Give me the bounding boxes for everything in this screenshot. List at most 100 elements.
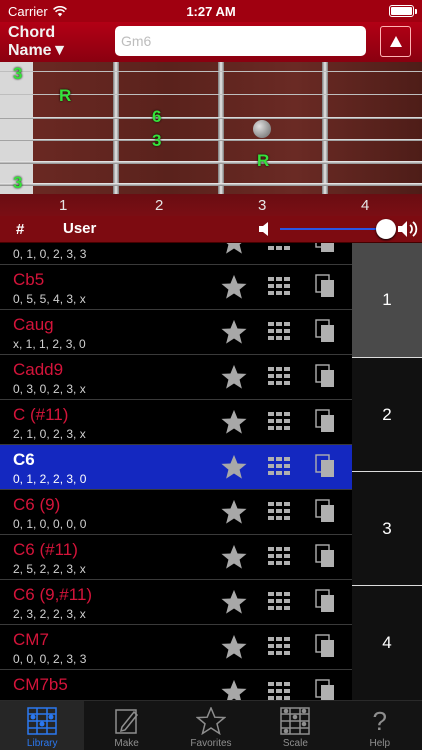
copy-icon[interactable]: [315, 589, 335, 618]
diagram-grid-icon[interactable]: [268, 412, 290, 435]
diagram-grid-icon[interactable]: [268, 682, 290, 700]
string-5: [0, 161, 422, 164]
favorite-star-icon[interactable]: [220, 499, 248, 530]
fret-wire: [322, 62, 328, 194]
chord-name: C6 (#11): [13, 540, 78, 559]
finger-mark: 3: [13, 173, 23, 192]
chord-fingering: 0, 5, 5, 4, 3, x: [13, 292, 86, 306]
favorite-star-icon[interactable]: [220, 454, 248, 485]
control-bar: # User: [0, 216, 422, 243]
favorite-star-icon[interactable]: [220, 409, 248, 440]
position-item-2[interactable]: 2: [352, 358, 422, 472]
triangle-up-icon: [389, 36, 402, 47]
chord-fingering: 0, 1, 0, 0, 0, 0: [13, 517, 87, 531]
diagram-grid-icon[interactable]: [268, 592, 290, 615]
carrier-label: Carrier: [8, 3, 48, 19]
string-3: [0, 117, 422, 119]
chord-row[interactable]: Cadd9 0, 3, 0, 2, 3, x: [0, 355, 352, 400]
favorite-star-icon[interactable]: [220, 319, 248, 350]
status-bar: Carrier 1:27 AM: [0, 0, 422, 22]
position-item-3[interactable]: 3: [352, 472, 422, 586]
chord-row[interactable]: Cb5 0, 5, 5, 4, 3, x: [0, 265, 352, 310]
tab-make[interactable]: Make: [84, 701, 168, 750]
diagram-grid-icon[interactable]: [268, 457, 290, 480]
chord-row[interactable]: Caug x, 1, 1, 2, 3, 0: [0, 310, 352, 355]
finger-mark: R: [59, 86, 72, 105]
volume-slider-thumb[interactable]: [376, 219, 396, 239]
string-1: [0, 71, 422, 72]
favorite-star-icon[interactable]: [220, 364, 248, 395]
fret-number: 3: [258, 197, 267, 214]
copy-icon[interactable]: [315, 544, 335, 573]
wifi-icon: [52, 5, 67, 16]
chord-search-input[interactable]: [115, 26, 366, 56]
fret-number: 4: [361, 197, 370, 214]
string-4: [0, 139, 422, 141]
chord-name: C6 (9): [13, 495, 61, 514]
make-icon: [114, 709, 138, 734]
fret-number: 2: [155, 197, 164, 214]
chord-row[interactable]: 0, 1, 0, 2, 3, 3: [0, 243, 352, 265]
scroll-up-button[interactable]: [380, 26, 411, 57]
chord-row[interactable]: CM7 0, 0, 0, 2, 3, 3: [0, 625, 352, 670]
diagram-grid-icon[interactable]: [268, 322, 290, 345]
tab-library[interactable]: Library: [0, 701, 85, 750]
copy-icon[interactable]: [315, 364, 335, 393]
chord-row[interactable]: C6 (#11) 2, 5, 2, 2, 3, x: [0, 535, 352, 580]
favorite-star-icon[interactable]: [220, 243, 248, 260]
tab-label: Library: [26, 738, 58, 749]
copy-icon[interactable]: [315, 454, 335, 483]
diagram-grid-icon[interactable]: [268, 502, 290, 525]
fret-number: 1: [59, 197, 68, 214]
diagram-grid-icon[interactable]: [268, 367, 290, 390]
copy-icon[interactable]: [315, 274, 335, 303]
finger-mark: 3: [152, 131, 162, 150]
tab-label: Make: [114, 738, 139, 749]
position-item-4[interactable]: 4: [352, 586, 422, 700]
user-button[interactable]: User: [63, 220, 96, 237]
chord-list[interactable]: 0, 1, 0, 2, 3, 3 Cb5 0, 5, 5, 4, 3, x Caug x…: [0, 243, 352, 700]
chord-row[interactable]: C (#11) 2, 1, 0, 2, 3, x: [0, 400, 352, 445]
copy-icon[interactable]: [315, 679, 335, 700]
tab-bar: Library Make Favorites Scale ? Help: [0, 700, 422, 750]
chord-row[interactable]: C6 0, 1, 2, 2, 3, 0: [0, 445, 352, 490]
favorite-star-icon[interactable]: [220, 544, 248, 575]
string-6: [0, 183, 422, 186]
copy-icon[interactable]: [315, 409, 335, 438]
finger-mark: 6: [152, 107, 162, 126]
fret-number-bar: 1 2 3 4: [0, 194, 422, 216]
chord-row[interactable]: C6 (9,#11) 2, 3, 2, 2, 3, x: [0, 580, 352, 625]
fret-inlay-dot: [253, 120, 271, 138]
chord-row[interactable]: C6 (9) 0, 1, 0, 0, 0, 0: [0, 490, 352, 535]
favorite-star-icon[interactable]: [220, 589, 248, 620]
library-icon: [27, 707, 57, 735]
carrier-group: Carrier: [8, 4, 67, 19]
volume-slider-track[interactable]: [280, 228, 386, 230]
scale-icon: [280, 707, 311, 735]
chord-name: Cb5: [13, 270, 45, 289]
copy-icon[interactable]: [315, 319, 335, 348]
fretboard[interactable]: 3 R 6 3 R 3: [0, 62, 422, 194]
chord-fingering: 0, 3, 0, 2, 3, x: [13, 382, 86, 396]
tab-favorites[interactable]: Favorites: [169, 701, 253, 750]
diagram-grid-icon[interactable]: [268, 637, 290, 660]
diagram-grid-icon[interactable]: [268, 277, 290, 300]
chord-name-dropdown[interactable]: Chord Name▼: [0, 24, 115, 60]
sort-number-button[interactable]: #: [16, 221, 24, 238]
copy-icon[interactable]: [315, 243, 335, 258]
favorite-star-icon[interactable]: [220, 634, 248, 665]
copy-icon[interactable]: [315, 499, 335, 528]
copy-icon[interactable]: [315, 634, 335, 663]
chord-name: CM7: [13, 630, 49, 649]
tab-help[interactable]: ? Help: [338, 701, 422, 750]
chord-fingering: 2, 5, 2, 2, 3, x: [13, 562, 86, 576]
position-item-1[interactable]: 1: [352, 243, 422, 358]
favorite-star-icon[interactable]: [220, 679, 248, 700]
favorite-star-icon[interactable]: [220, 274, 248, 305]
diagram-grid-icon[interactable]: [268, 243, 290, 255]
chord-fingering: 0, 1, 0, 2, 3, 3: [13, 247, 87, 261]
diagram-grid-icon[interactable]: [268, 547, 290, 570]
chord-row[interactable]: CM7b5: [0, 670, 352, 700]
battery-icon: [389, 5, 417, 17]
tab-scale[interactable]: Scale: [253, 701, 337, 750]
